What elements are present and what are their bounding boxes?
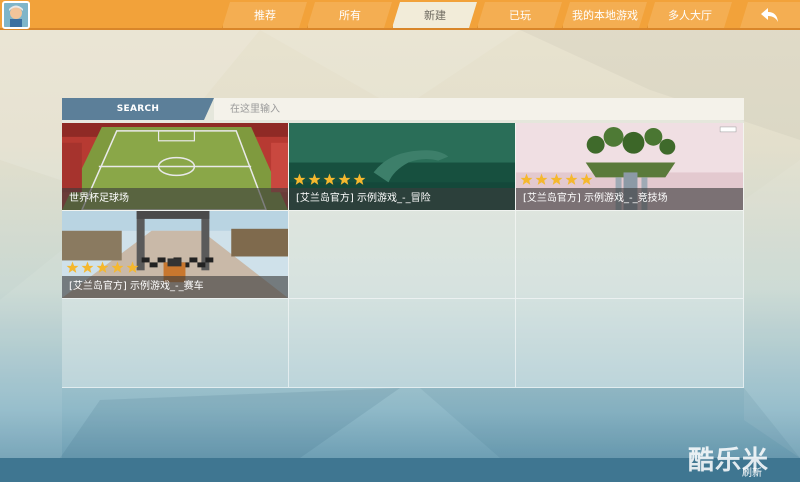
star-icon bbox=[81, 261, 94, 273]
game-title: [艾兰岛官方] 示例游戏_-_冒险 bbox=[289, 188, 515, 210]
game-card[interactable]: [艾兰岛官方] 示例游戏_-_赛车 bbox=[62, 211, 289, 299]
rating-stars bbox=[66, 261, 139, 274]
bottom-bar bbox=[0, 458, 800, 482]
game-title: [艾兰岛官方] 示例游戏_-_赛车 bbox=[62, 276, 288, 298]
search-label: SEARCH bbox=[62, 98, 214, 120]
back-arrow-icon bbox=[761, 8, 778, 22]
star-icon bbox=[520, 173, 533, 185]
empty-slot bbox=[516, 299, 744, 388]
search-input[interactable] bbox=[214, 98, 744, 120]
empty-slot bbox=[62, 299, 289, 388]
rating-stars bbox=[520, 173, 593, 186]
game-card[interactable]: [艾兰岛官方] 示例游戏_-_冒险 bbox=[289, 123, 516, 211]
star-icon bbox=[323, 173, 336, 185]
star-icon bbox=[308, 173, 321, 185]
star-icon bbox=[126, 261, 139, 273]
rating-stars bbox=[293, 173, 366, 186]
star-icon bbox=[293, 173, 306, 185]
search-bar: SEARCH bbox=[62, 98, 744, 120]
star-icon bbox=[338, 173, 351, 185]
game-browser-panel: SEARCH 世界杯足球场 bbox=[62, 98, 744, 388]
game-card[interactable]: [艾兰岛官方] 示例游戏_-_竞技场 bbox=[516, 123, 744, 211]
star-icon bbox=[580, 173, 593, 185]
star-icon bbox=[535, 173, 548, 185]
tab-played[interactable]: 已玩 bbox=[477, 2, 562, 28]
star-icon bbox=[550, 173, 563, 185]
refresh-button[interactable]: 刷新 bbox=[742, 464, 762, 479]
star-icon bbox=[96, 261, 109, 273]
top-nav-bar: 推荐 所有 新建 已玩 我的本地游戏 多人大厅 bbox=[0, 0, 800, 30]
star-icon bbox=[353, 173, 366, 185]
game-title: [艾兰岛官方] 示例游戏_-_竞技场 bbox=[516, 188, 743, 210]
avatar[interactable] bbox=[2, 1, 30, 29]
star-icon bbox=[111, 261, 124, 273]
empty-slot bbox=[289, 299, 516, 388]
game-title: 世界杯足球场 bbox=[62, 188, 288, 210]
back-button[interactable] bbox=[740, 2, 800, 28]
tab-bar: 推荐 所有 新建 已玩 我的本地游戏 多人大厅 bbox=[222, 2, 732, 28]
empty-slot bbox=[516, 211, 744, 299]
tab-local-games[interactable]: 我的本地游戏 bbox=[562, 2, 647, 28]
game-card[interactable]: 世界杯足球场 bbox=[62, 123, 289, 211]
tab-all[interactable]: 所有 bbox=[307, 2, 392, 28]
tab-new[interactable]: 新建 bbox=[392, 2, 477, 28]
tab-multiplayer-lobby[interactable]: 多人大厅 bbox=[647, 2, 732, 28]
star-icon bbox=[66, 261, 79, 273]
empty-slot bbox=[289, 211, 516, 299]
game-grid: 世界杯足球场 [艾兰岛官方] 示例游戏_-_冒险 [艾兰岛官方] 示例游戏_-_… bbox=[62, 123, 744, 388]
star-icon bbox=[565, 173, 578, 185]
tab-recommended[interactable]: 推荐 bbox=[222, 2, 307, 28]
